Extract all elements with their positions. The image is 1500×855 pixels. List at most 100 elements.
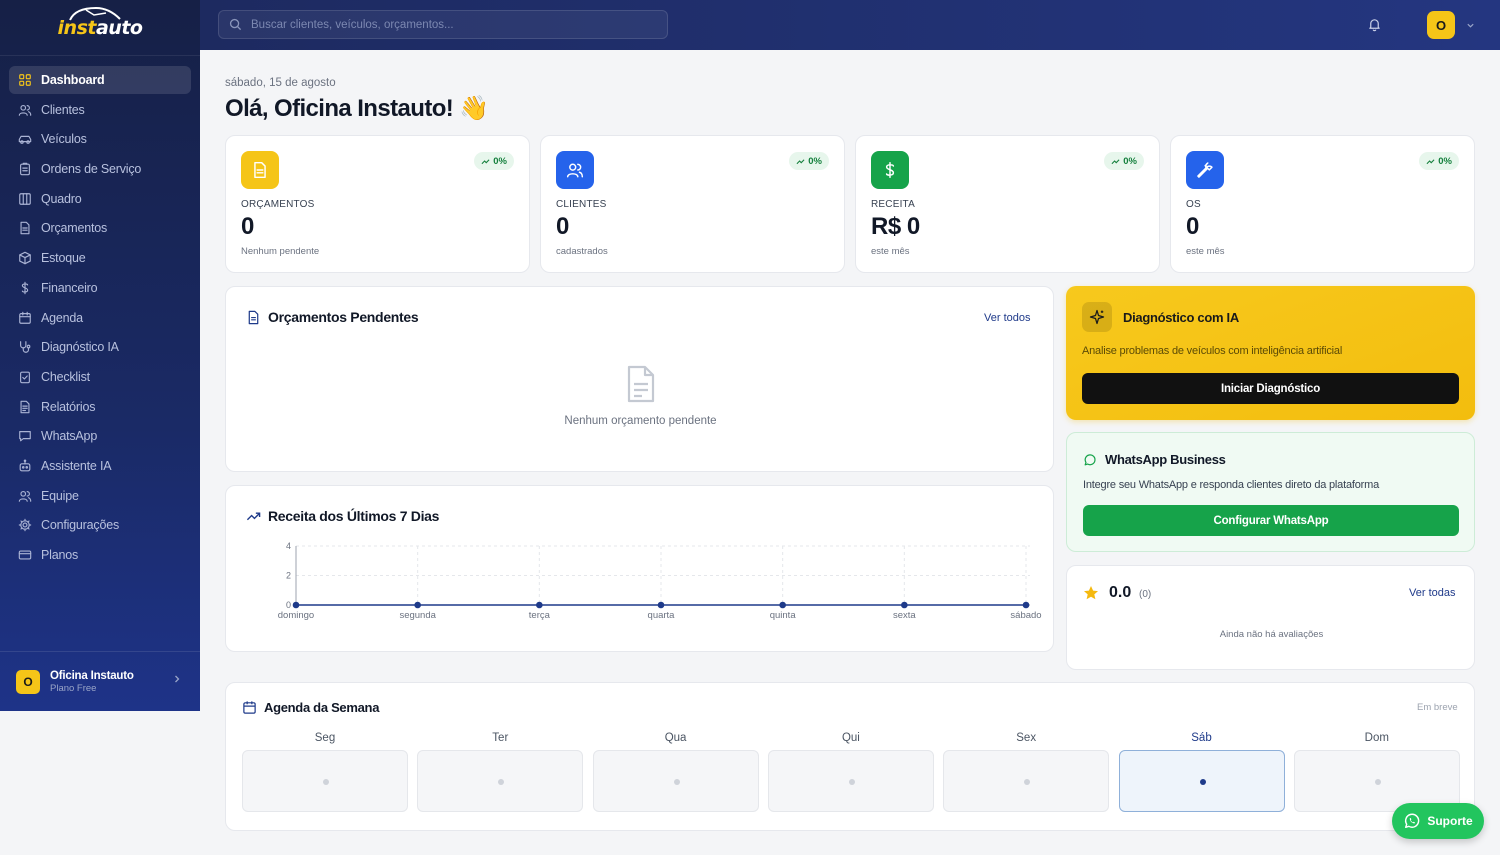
day-label: Sex	[1016, 732, 1037, 744]
rating-count: (0)	[1139, 589, 1152, 600]
day-slot[interactable]	[417, 750, 584, 812]
sidebar: instauto Dashboard Clientes Veículos Ordens…	[0, 0, 200, 711]
sidebar-item-label: Quadro	[41, 191, 82, 206]
sidebar-item-label: Assistente IA	[41, 458, 112, 473]
trend-badge: 0%	[789, 152, 829, 170]
logo-wordmark: instauto	[58, 6, 143, 39]
trend-up-icon	[1426, 158, 1435, 164]
data-point	[536, 601, 543, 609]
ai-title: Diagnóstico com IA	[1123, 310, 1239, 325]
data-point	[414, 601, 421, 609]
sidebar-item-label: Veículos	[41, 132, 87, 147]
stat-subtext: Nenhum pendente	[241, 246, 320, 257]
user-plan: Plano Free	[50, 682, 97, 694]
reviews-empty-text: Ainda não há avaliações	[1219, 629, 1324, 640]
user-info: Oficina Instauto Plano Free	[50, 670, 134, 694]
bell-icon[interactable]	[1367, 17, 1382, 32]
stat-card-os[interactable]: 0% OS 0 este mês	[1170, 135, 1475, 273]
start-diagnosis-button[interactable]: Iniciar Diagnóstico	[1082, 373, 1459, 404]
sidebar-item-label: Dashboard	[41, 73, 105, 87]
view-all-quotes-link[interactable]: Ver todos	[984, 312, 1030, 324]
stat-card-clientes[interactable]: 0% CLIENTES 0 cadastrados	[540, 135, 845, 273]
trend-badge-value: 0%	[808, 155, 822, 167]
sidebar-item-clientes[interactable]: Clientes	[9, 96, 191, 124]
sidebar-item-diagnóstico-ia[interactable]: Diagnóstico IA	[9, 333, 191, 361]
x-tick-label: quinta	[770, 610, 797, 621]
empty-file-icon	[627, 365, 655, 403]
trend-badge: 0%	[1104, 152, 1144, 170]
trend-up-icon	[1111, 158, 1120, 164]
stat-label: ORÇAMENTOS	[241, 199, 315, 210]
data-point	[657, 601, 665, 609]
sidebar-item-ordens-de-serviço[interactable]: Ordens de Serviço	[9, 155, 191, 183]
day-label: Seg	[314, 732, 336, 744]
stat-value: R$ 0	[871, 213, 920, 240]
day-dot	[323, 779, 329, 785]
gear-icon	[18, 519, 32, 532]
day-slot[interactable]	[767, 750, 934, 812]
page-title: Olá, Oficina Instauto! 👋	[225, 95, 489, 122]
search-input[interactable]	[251, 18, 651, 31]
day-dot	[498, 779, 505, 785]
chevron-down-icon[interactable]	[1466, 21, 1475, 30]
sidebar-nav: Dashboard Clientes Veículos Ordens de Servi…	[0, 56, 200, 569]
rating-score: 0.0	[1109, 584, 1132, 601]
day-slot[interactable]	[1118, 750, 1285, 812]
sidebar-item-configurações[interactable]: Configurações	[9, 511, 191, 539]
day-slot[interactable]	[592, 750, 759, 812]
support-button[interactable]: Suporte	[1392, 803, 1484, 839]
stat-value: 0	[556, 213, 569, 240]
whatsapp-title-text: WhatsApp Business	[1105, 452, 1226, 467]
stat-card-orçamentos[interactable]: 0% ORÇAMENTOS 0 Nenhum pendente	[225, 135, 530, 273]
search-box[interactable]	[218, 10, 668, 39]
day-slot[interactable]	[242, 750, 408, 812]
day-dot	[1199, 779, 1206, 785]
configure-whatsapp-button[interactable]: Configurar WhatsApp	[1083, 505, 1459, 536]
day-dot	[1024, 779, 1031, 785]
current-date: sábado, 15 de agosto	[225, 77, 336, 89]
sidebar-item-orçamentos[interactable]: Orçamentos	[9, 214, 191, 242]
ai-description: Analise problemas de veículos com inteli…	[1082, 345, 1343, 357]
sidebar-item-quadro[interactable]: Quadro	[9, 185, 191, 213]
calendar-icon	[243, 701, 256, 714]
whatsapp-icon	[1405, 813, 1420, 829]
coming-soon-badge: Em breve	[1417, 702, 1458, 713]
star-icon	[1084, 586, 1098, 600]
users-icon	[18, 104, 32, 116]
file-icon	[254, 161, 266, 179]
day-dot	[1374, 779, 1381, 785]
stethoscope-icon	[20, 341, 31, 353]
sidebar-item-financeiro[interactable]: Financeiro	[9, 274, 191, 302]
top-avatar[interactable]: O	[1427, 11, 1455, 39]
dollar-icon	[885, 161, 895, 179]
sidebar-item-label: Equipe	[41, 488, 79, 503]
user-menu[interactable]: O Oficina Instauto Plano Free	[0, 651, 200, 711]
sidebar-item-dashboard[interactable]: Dashboard	[9, 66, 191, 94]
stat-card-receita[interactable]: 0% RECEITA R$ 0 este mês	[855, 135, 1160, 273]
sidebar-item-whatsapp[interactable]: WhatsApp	[9, 422, 191, 450]
trend-up-icon	[481, 158, 490, 164]
trend-badge: 0%	[474, 152, 514, 170]
user-avatar: O	[16, 669, 40, 694]
stat-subtext: este mês	[871, 246, 910, 257]
trend-badge: 0%	[1419, 152, 1459, 170]
sidebar-item-relatórios[interactable]: Relatórios	[9, 393, 191, 421]
topbar: O	[200, 0, 1500, 50]
chevron-right-icon	[175, 675, 180, 683]
day-slot[interactable]	[943, 750, 1110, 812]
y-tick-label: 4	[286, 541, 291, 551]
dollar-icon	[21, 281, 29, 295]
sidebar-item-estoque[interactable]: Estoque	[9, 244, 191, 272]
view-all-reviews-link[interactable]: Ver todas	[1409, 587, 1455, 599]
data-point	[779, 601, 786, 609]
sidebar-item-checklist[interactable]: Checklist	[9, 363, 191, 391]
sidebar-item-planos[interactable]: Planos	[9, 541, 191, 569]
sidebar-item-equipe[interactable]: Equipe	[9, 482, 191, 510]
x-tick-label: sábado	[1010, 610, 1041, 621]
sidebar-item-assistente-ia[interactable]: Assistente IA	[9, 452, 191, 480]
checklist-icon	[20, 371, 30, 384]
sidebar-item-veículos[interactable]: Veículos	[9, 125, 191, 153]
sidebar-item-agenda[interactable]: Agenda	[9, 304, 191, 332]
revenue-line-chart: 0 2 4 domingo segunda terça quarta quinta sexta s…	[278, 541, 1042, 621]
logo[interactable]: instauto	[0, 0, 200, 56]
